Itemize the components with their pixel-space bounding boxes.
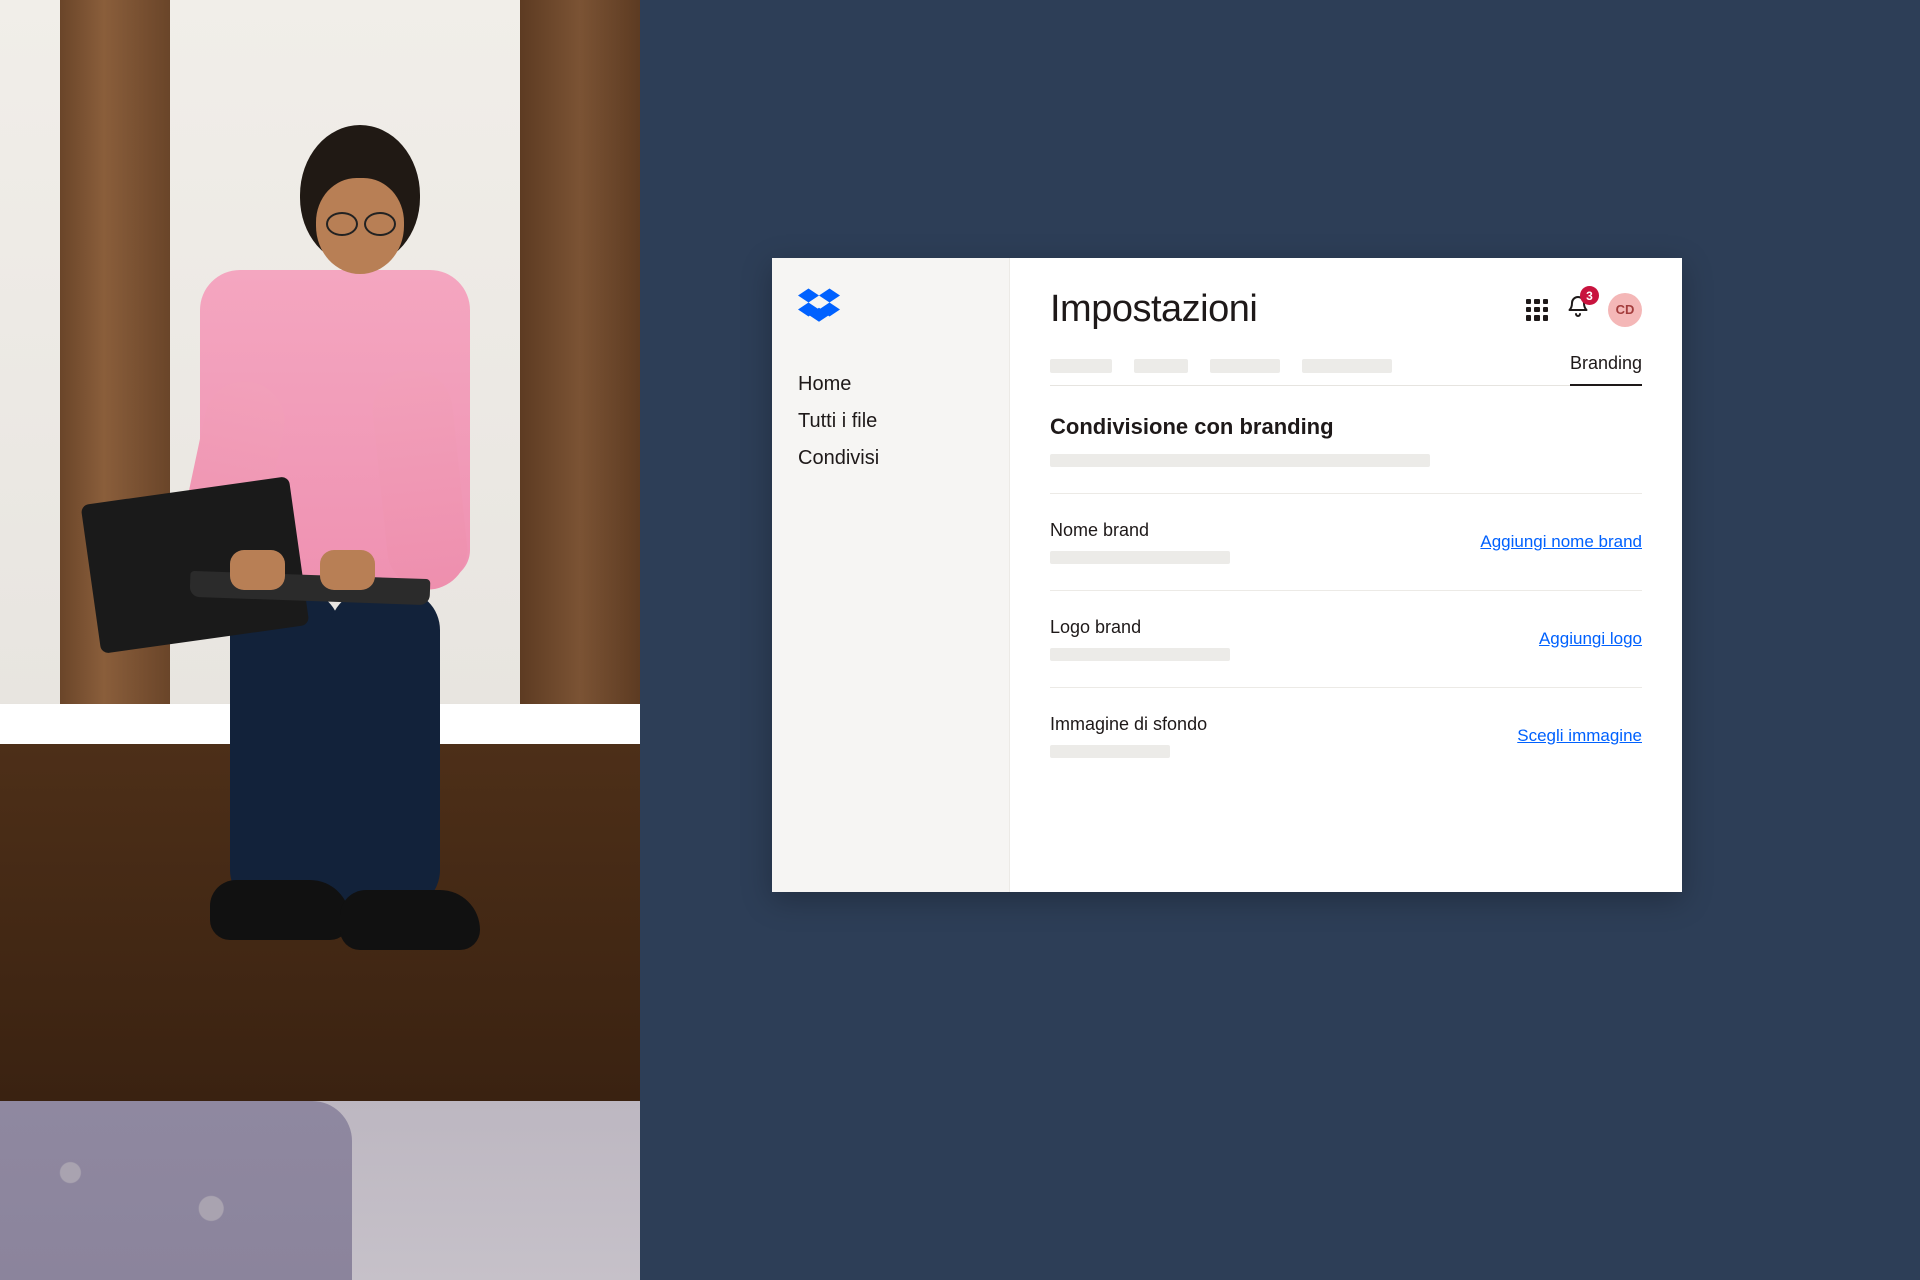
setting-label-brand-logo: Logo brand (1050, 617, 1230, 638)
tab-placeholder[interactable] (1050, 359, 1112, 373)
add-brand-name-link[interactable]: Aggiungi nome brand (1480, 532, 1642, 552)
tab-placeholder[interactable] (1210, 359, 1280, 373)
value-placeholder (1050, 648, 1230, 661)
page-title: Impostazioni (1050, 288, 1257, 331)
add-logo-link[interactable]: Aggiungi logo (1539, 629, 1642, 649)
dropbox-logo-icon[interactable] (798, 288, 840, 324)
app-grid-icon[interactable] (1526, 299, 1548, 321)
description-placeholder (1050, 454, 1430, 467)
avatar[interactable]: CD (1608, 293, 1642, 327)
app-window: Home Tutti i file Condivisi Impostazioni (772, 258, 1682, 892)
section-title: Condivisione con branding (1050, 414, 1642, 440)
sidebar-item-home[interactable]: Home (798, 366, 983, 403)
setting-label-background-image: Immagine di sfondo (1050, 714, 1207, 735)
notification-badge: 3 (1580, 286, 1599, 305)
choose-image-link[interactable]: Scegli immagine (1517, 726, 1642, 746)
value-placeholder (1050, 745, 1170, 758)
notifications-button[interactable]: 3 (1566, 295, 1590, 324)
setting-row-background-image: Immagine di sfondo Scegli immagine (1050, 688, 1642, 758)
setting-row-brand-name: Nome brand Aggiungi nome brand (1050, 494, 1642, 564)
header-row: Impostazioni 3 CD (1050, 288, 1642, 331)
setting-row-brand-logo: Logo brand Aggiungi logo (1050, 591, 1642, 661)
setting-label-brand-name: Nome brand (1050, 520, 1230, 541)
header-icons: 3 CD (1526, 293, 1642, 327)
tab-placeholder[interactable] (1134, 359, 1188, 373)
photo-scene (0, 0, 640, 1280)
value-placeholder (1050, 551, 1230, 564)
tab-placeholder[interactable] (1302, 359, 1392, 373)
right-panel: Home Tutti i file Condivisi Impostazioni (640, 0, 1920, 1280)
sidebar-item-shared[interactable]: Condivisi (798, 440, 983, 477)
main-content: Impostazioni 3 CD (1010, 258, 1682, 892)
sidebar: Home Tutti i file Condivisi (772, 258, 1010, 892)
branding-section: Condivisione con branding Nome brand Agg… (1050, 386, 1642, 758)
marketing-photo (0, 0, 640, 1280)
tab-branding[interactable]: Branding (1570, 353, 1642, 386)
tabs: Branding (1050, 353, 1642, 386)
sidebar-item-all-files[interactable]: Tutti i file (798, 403, 983, 440)
